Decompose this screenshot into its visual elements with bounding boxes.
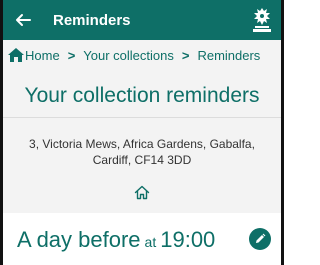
- reminder-time: 19:00: [160, 227, 216, 252]
- arrow-left-icon: [16, 14, 31, 26]
- breadcrumb-separator: >: [181, 47, 190, 63]
- back-button[interactable]: [3, 0, 43, 40]
- home-icon: [8, 48, 24, 62]
- app-frame: Reminders Home > Your collections > Remi…: [0, 0, 284, 265]
- reminder-when: A day before: [17, 227, 141, 252]
- address-home-button[interactable]: [130, 180, 154, 204]
- reminder-row: A day before at 19:00: [3, 213, 281, 265]
- pencil-icon: [256, 233, 266, 243]
- breadcrumb-reminders: Reminders: [197, 47, 261, 63]
- app-bar-title: Reminders: [53, 11, 131, 29]
- reminder-at: at: [144, 234, 157, 250]
- breadcrumb-home[interactable]: Home: [8, 48, 60, 63]
- council-crest-logo: [253, 8, 271, 32]
- divider: [3, 117, 281, 118]
- home-outline-icon: [134, 185, 150, 199]
- breadcrumb-home-label: Home: [25, 47, 60, 63]
- collection-address: 3, Victoria Mews, Africa Gardens, Gabalf…: [29, 137, 255, 167]
- breadcrumb-your-collections[interactable]: Your collections: [83, 48, 174, 63]
- edit-reminder-button[interactable]: [249, 228, 271, 250]
- breadcrumb-separator: >: [67, 47, 76, 63]
- app-bar: Reminders: [3, 0, 281, 40]
- page-title: Your collection reminders: [24, 84, 260, 107]
- reminder-summary: A day before at 19:00: [17, 227, 215, 253]
- breadcrumb: Home > Your collections > Reminders: [3, 40, 281, 70]
- collection-header: Your collection reminders 3, Victoria Me…: [3, 70, 281, 213]
